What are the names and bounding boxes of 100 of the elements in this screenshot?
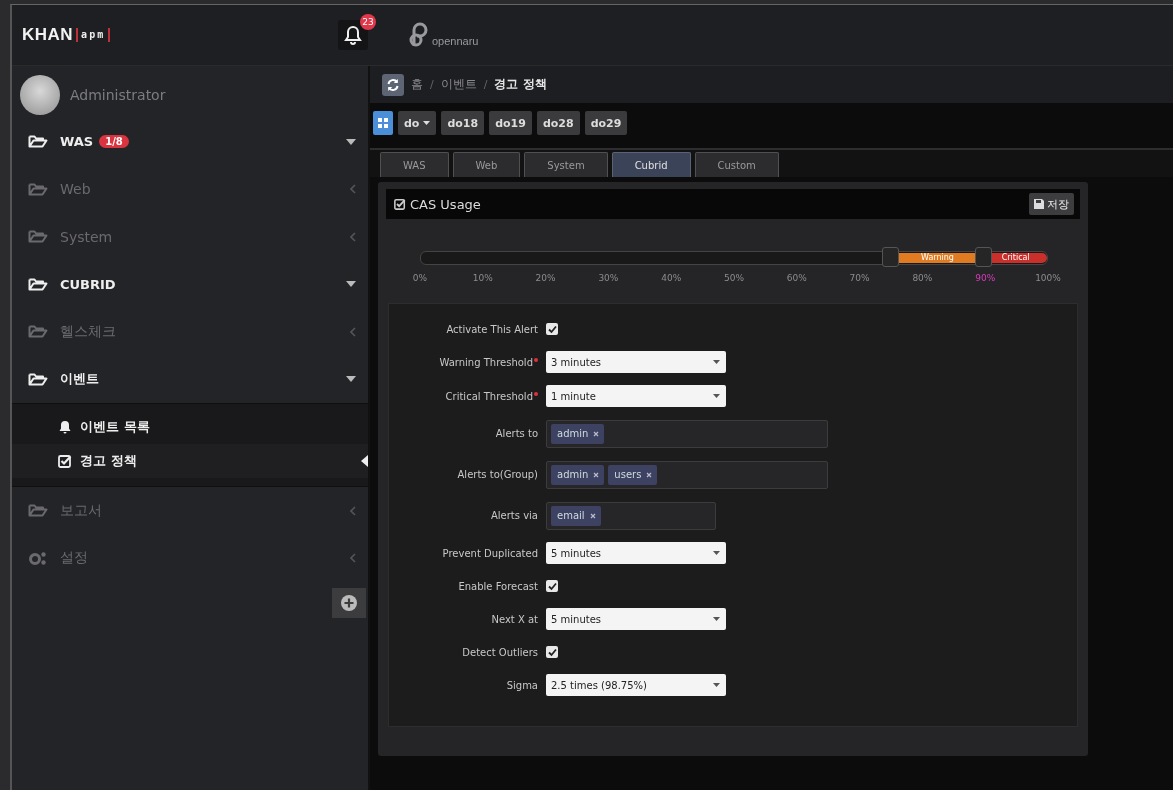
menu-label: CUBRID: [60, 276, 116, 292]
grid-button[interactable]: [373, 111, 393, 135]
breadcrumb-item: 경고 정책: [494, 76, 547, 93]
select-field[interactable]: 2.5 times (98.75%): [546, 674, 726, 696]
field-label: Enable Forecast: [458, 580, 538, 592]
chevron-down-icon: [346, 281, 356, 288]
server-button[interactable]: do19: [489, 111, 532, 135]
select-field[interactable]: 5 minutes: [546, 542, 726, 564]
slider-handle[interactable]: [881, 247, 899, 267]
menu-label: 이벤트: [60, 370, 99, 389]
sidebar-item[interactable]: WAS 1/8: [12, 118, 368, 166]
folder-icon: [28, 371, 48, 387]
scale-label: 20%: [535, 273, 556, 283]
menu-label: 경고 정책: [80, 452, 137, 470]
scale-label: 70%: [849, 273, 870, 283]
tab[interactable]: Web: [452, 152, 521, 177]
tab[interactable]: System: [524, 152, 608, 177]
chevron-left-icon: [350, 231, 356, 242]
breadcrumb-separator: /: [483, 78, 488, 91]
tab[interactable]: Cubrid: [611, 152, 691, 177]
breadcrumb-separator: /: [430, 78, 434, 91]
sidebar-item[interactable]: CUBRID: [12, 260, 368, 308]
slider-handle[interactable]: [975, 247, 993, 267]
add-button[interactable]: [332, 588, 366, 618]
folder-icon: [28, 503, 48, 519]
scale-label: 60%: [786, 273, 807, 283]
menu-label: WAS: [60, 134, 94, 150]
server-dropdown[interactable]: do: [398, 111, 437, 135]
scale-label: 80%: [912, 273, 933, 283]
tag-chip[interactable]: users: [608, 464, 658, 485]
bell-icon: [58, 420, 72, 434]
tag-chip[interactable]: admin: [551, 464, 605, 485]
field-label: Next X at: [491, 613, 538, 625]
field-label: Sigma: [506, 679, 538, 691]
breadcrumb-item[interactable]: 이벤트: [440, 76, 477, 93]
required-mark-icon: [534, 357, 538, 362]
bell-icon: [344, 25, 362, 45]
server-button[interactable]: do28: [536, 111, 580, 135]
scale-label: 40%: [661, 273, 682, 283]
field-label: Detect Outliers: [462, 646, 538, 658]
chevron-left-icon: [350, 553, 356, 564]
grid-icon: [378, 118, 388, 128]
chevron-left-icon: [350, 326, 356, 337]
caret-icon: [713, 394, 720, 398]
remove-icon: [593, 471, 600, 478]
scale-label: 0%: [412, 273, 428, 283]
save-button[interactable]: 저장: [1029, 193, 1074, 215]
checkbox[interactable]: [546, 646, 558, 658]
tab[interactable]: WAS: [380, 152, 449, 177]
tab[interactable]: Custom: [694, 152, 779, 177]
select-field[interactable]: 1 minute: [546, 385, 726, 407]
opennaru-logo: opennaru: [408, 22, 479, 48]
panel-title: CAS Usage: [410, 196, 481, 212]
menu-label: 설정: [60, 549, 88, 568]
caret-icon: [423, 121, 431, 125]
breadcrumb-item[interactable]: 홈: [411, 76, 423, 93]
submenu-item[interactable]: 이벤트 목록: [12, 410, 368, 444]
server-button[interactable]: do18: [441, 111, 485, 135]
tag-chip[interactable]: admin: [551, 423, 605, 444]
refresh-icon: [386, 77, 400, 92]
folder-icon: [28, 181, 48, 197]
scale-label: 10%: [472, 273, 493, 283]
tags-field[interactable]: admin: [546, 419, 828, 448]
menu-label: 이벤트 목록: [80, 418, 150, 436]
active-caret-icon: [361, 455, 368, 467]
tags-field[interactable]: admin users: [546, 460, 828, 489]
scale-label: 100%: [1035, 273, 1061, 283]
refresh-button[interactable]: [382, 73, 404, 96]
gears-icon: [28, 550, 48, 566]
folder-icon: [28, 229, 48, 245]
remove-icon: [646, 471, 653, 478]
scale-label: 90%: [975, 273, 996, 283]
submenu-item[interactable]: 경고 정책: [12, 444, 368, 478]
select-field[interactable]: 5 minutes: [546, 608, 726, 630]
chevron-down-icon: [346, 138, 356, 145]
khan-logo: KHAN apm: [22, 25, 338, 45]
field-label: Alerts to: [495, 428, 538, 439]
folder-icon: [28, 134, 48, 150]
caret-icon: [713, 360, 720, 364]
required-mark-icon: [534, 391, 538, 396]
sidebar-item[interactable]: 이벤트: [12, 355, 368, 403]
caret-icon: [713, 551, 720, 555]
field-label: Warning Threshold: [439, 356, 533, 368]
caret-icon: [713, 683, 720, 687]
checkbox[interactable]: [546, 580, 558, 592]
notification-count: 23: [360, 14, 376, 30]
menu-label: 보고서: [60, 501, 102, 520]
field-label: Activate This Alert: [446, 323, 538, 335]
user-name: Administrator: [70, 87, 166, 103]
scale-label: 50%: [724, 273, 744, 283]
tags-field[interactable]: email: [546, 501, 716, 530]
checkbox[interactable]: [546, 323, 558, 335]
select-field[interactable]: 3 minutes: [546, 351, 726, 373]
tag-chip[interactable]: email: [551, 505, 601, 526]
chevron-left-icon: [350, 184, 356, 195]
field-label: Alerts via: [490, 510, 538, 521]
checkbox-icon: [58, 454, 72, 468]
server-button[interactable]: do29: [584, 111, 628, 135]
menu-label: Web: [60, 181, 91, 198]
field-label: Alerts to(Group): [457, 469, 538, 480]
